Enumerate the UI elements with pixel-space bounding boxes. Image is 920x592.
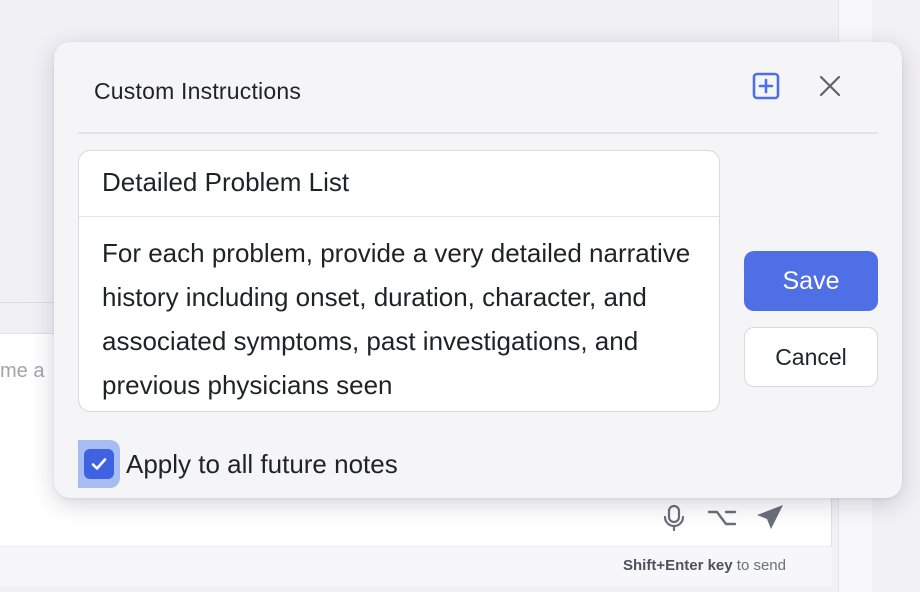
send-icon[interactable] [754,502,786,534]
instruction-body-textarea[interactable]: For each problem, provide a very detaile… [79,217,719,407]
add-instruction-button[interactable] [750,70,782,102]
modal-title: Custom Instructions [94,78,302,104]
apply-all-row: Apply to all future notes [78,440,398,488]
instruction-editor: Detailed Problem List For each problem, … [78,150,720,412]
save-button[interactable]: Save [744,251,878,311]
close-button[interactable] [814,70,846,102]
send-hint: Shift+Enter key to send [623,557,786,574]
plus-square-icon [752,72,780,100]
custom-instructions-modal: Custom Instructions Detailed Problem Lis… [54,42,902,498]
compose-placeholder: me a [0,360,45,382]
header-divider [78,132,878,134]
cancel-button[interactable]: Cancel [744,327,878,387]
apply-all-checkbox[interactable] [84,449,114,479]
compose-toolbar [658,502,786,534]
checkmark-icon [91,458,107,470]
instruction-title-input[interactable]: Detailed Problem List [79,151,719,217]
close-icon [819,75,841,97]
send-hint-key: Shift+Enter key [622,557,733,574]
apply-all-label[interactable]: Apply to all future notes [126,449,398,480]
microphone-icon[interactable] [658,502,690,534]
send-hint-suffix: to send [736,557,786,574]
option-key-icon[interactable] [706,502,738,534]
checkbox-focus-ring [78,440,120,488]
